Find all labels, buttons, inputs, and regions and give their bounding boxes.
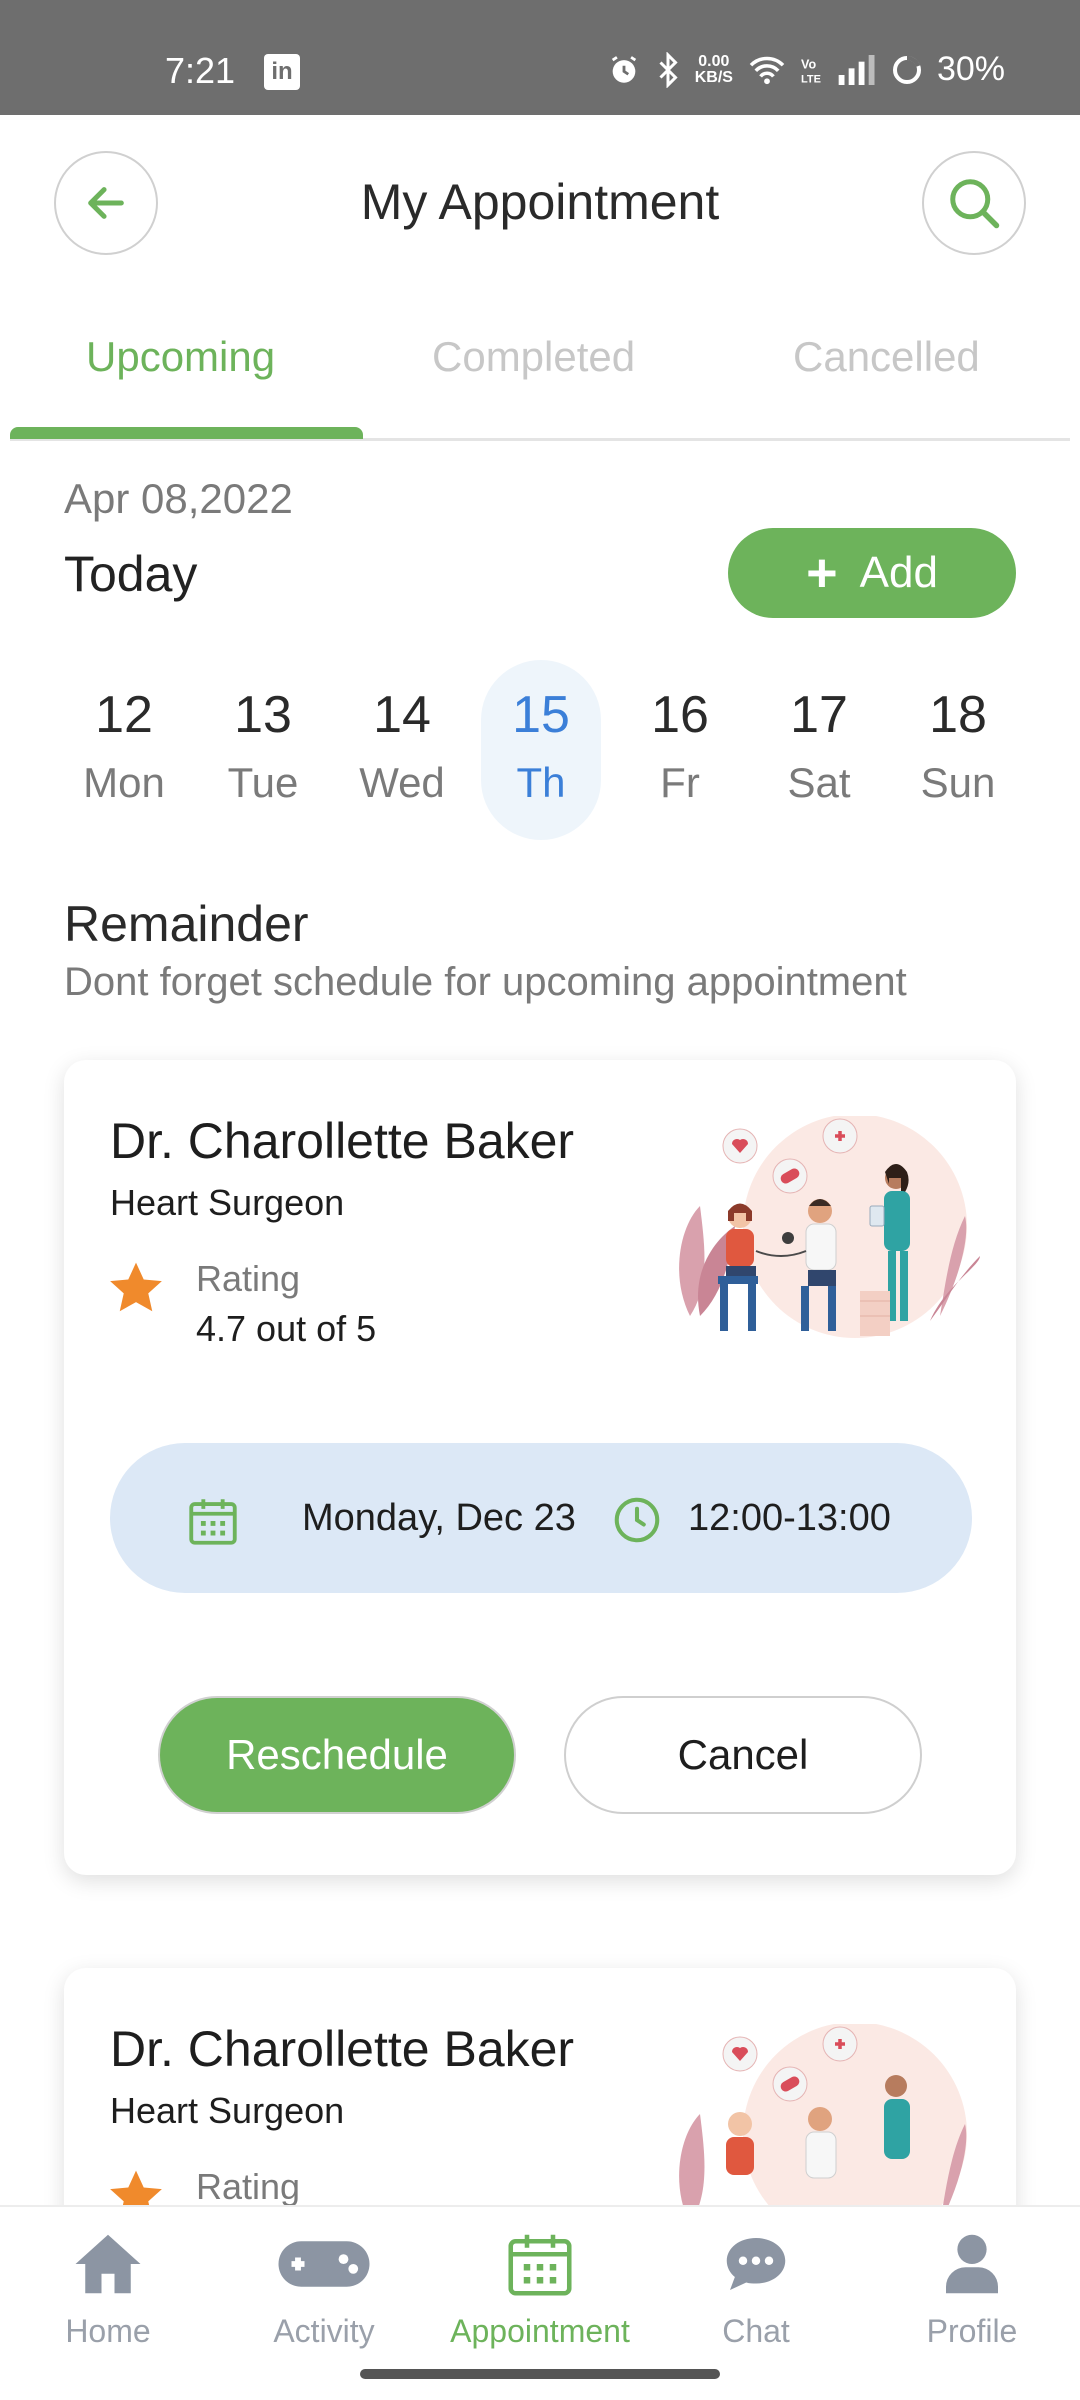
appointment-date: Monday, Dec 23 bbox=[302, 1497, 576, 1539]
home-icon bbox=[75, 2234, 141, 2294]
active-tab-indicator bbox=[10, 427, 363, 439]
nav-label: Activity bbox=[273, 2313, 375, 2349]
gamepad-icon bbox=[278, 2241, 370, 2287]
day-number: 17 bbox=[790, 686, 848, 744]
today-heading: Today bbox=[64, 546, 198, 602]
nav-appointment[interactable]: Appointment bbox=[440, 2225, 640, 2350]
search-icon bbox=[950, 179, 1000, 229]
day-16[interactable]: 16 Fr bbox=[620, 660, 740, 840]
battery-percent: 30% bbox=[936, 50, 1005, 88]
current-date: Apr 08,2022 bbox=[64, 475, 293, 522]
star-icon bbox=[110, 1262, 162, 1312]
tab-cancelled[interactable]: Cancelled bbox=[793, 333, 980, 381]
day-number: 13 bbox=[234, 686, 292, 744]
nav-label: Home bbox=[65, 2313, 151, 2349]
svg-text:LTE: LTE bbox=[801, 73, 821, 85]
nav-label: Chat bbox=[722, 2313, 790, 2349]
day-17[interactable]: 17 Sat bbox=[759, 660, 879, 840]
day-name: Th bbox=[516, 759, 566, 806]
clock-icon bbox=[614, 1497, 660, 1543]
chat-icon bbox=[726, 2238, 786, 2290]
add-label: Add bbox=[859, 548, 938, 597]
appointment-tabs: Upcoming Completed Cancelled bbox=[0, 315, 1080, 443]
day-name: Tue bbox=[227, 759, 299, 806]
search-button[interactable] bbox=[922, 151, 1026, 255]
appointment-card[interactable]: Dr. Charollette Baker Heart Surgeon Rati… bbox=[64, 1060, 1016, 1875]
day-number: 12 bbox=[95, 686, 153, 744]
appointment-time: 12:00-13:00 bbox=[688, 1497, 891, 1539]
calendar-icon bbox=[189, 1499, 237, 1545]
status-bar: 7:21 in 0.00 KB/S Vo LTE 30% bbox=[0, 0, 1080, 115]
nav-activity[interactable]: Activity bbox=[224, 2225, 424, 2350]
day-12[interactable]: 12 Mon bbox=[64, 660, 184, 840]
alarm-icon bbox=[611, 55, 636, 83]
nav-label: Profile bbox=[926, 2313, 1018, 2349]
tab-upcoming[interactable]: Upcoming bbox=[86, 333, 275, 381]
day-name: Fr bbox=[660, 759, 700, 806]
day-number: 14 bbox=[373, 686, 431, 744]
linkedin-icon: in bbox=[264, 54, 300, 90]
day-number: 18 bbox=[929, 686, 987, 744]
nav-home[interactable]: Home bbox=[8, 2225, 208, 2350]
day-15[interactable]: 15 Th bbox=[481, 660, 601, 840]
plus-icon: + bbox=[806, 543, 838, 603]
schedule-pill: Monday, Dec 23 12:00-13:00 bbox=[110, 1443, 972, 1593]
reschedule-button[interactable]: Reschedule bbox=[158, 1696, 516, 1814]
calendar-icon bbox=[508, 2234, 572, 2296]
day-number: 15 bbox=[512, 686, 570, 744]
week-strip: 12 Mon 13 Tue 14 Wed 15 Th 16 Fr 17 Sat … bbox=[56, 660, 1024, 840]
network-speed: 0.00 KB/S bbox=[694, 52, 733, 86]
day-14[interactable]: 14 Wed bbox=[342, 660, 462, 840]
speed-value: 0.00 bbox=[698, 52, 730, 70]
rating-value: 4.7 out of 5 bbox=[196, 1308, 377, 1349]
profile-icon bbox=[946, 2234, 998, 2294]
home-indicator[interactable] bbox=[360, 2369, 720, 2379]
doctor-name: Dr. Charollette Baker bbox=[110, 2021, 575, 2077]
cancel-button[interactable]: Cancel bbox=[564, 1696, 922, 1814]
day-name: Wed bbox=[359, 759, 445, 806]
app-header: My Appointment bbox=[0, 115, 1080, 315]
status-time: 7:21 bbox=[165, 50, 236, 91]
day-number: 16 bbox=[651, 686, 709, 744]
doctor-name: Dr. Charollette Baker bbox=[110, 1113, 575, 1169]
speed-unit: KB/S bbox=[694, 68, 733, 86]
rating-label: Rating bbox=[196, 2166, 301, 2207]
doctor-specialty: Heart Surgeon bbox=[110, 1182, 345, 1223]
nav-profile[interactable]: Profile bbox=[872, 2225, 1072, 2350]
nav-chat[interactable]: Chat bbox=[656, 2225, 856, 2350]
tab-completed[interactable]: Completed bbox=[432, 333, 635, 381]
doctor-illustration bbox=[679, 1116, 980, 1338]
add-appointment-button[interactable]: + Add bbox=[728, 528, 1016, 618]
status-icons: 0.00 KB/S Vo LTE 30% bbox=[607, 50, 1005, 89]
signal-icon bbox=[838, 54, 875, 85]
day-name: Sun bbox=[920, 759, 996, 806]
day-13[interactable]: 13 Tue bbox=[203, 660, 323, 840]
wifi-icon bbox=[749, 56, 785, 84]
battery-icon bbox=[892, 55, 921, 84]
bluetooth-icon bbox=[659, 51, 678, 88]
reminder-title: Remainder bbox=[64, 896, 309, 952]
day-name: Sat bbox=[787, 759, 851, 806]
nav-label: Appointment bbox=[450, 2313, 630, 2349]
volte-icon: Vo LTE bbox=[801, 57, 821, 85]
reminder-subtitle: Dont forget schedule for upcoming appoin… bbox=[64, 960, 907, 1004]
day-name: Mon bbox=[83, 759, 165, 806]
page-title: My Appointment bbox=[360, 174, 720, 230]
doctor-specialty: Heart Surgeon bbox=[110, 2090, 345, 2131]
day-18[interactable]: 18 Sun bbox=[898, 660, 1018, 840]
svg-text:Vo: Vo bbox=[801, 57, 816, 71]
rating-label: Rating bbox=[196, 1258, 301, 1299]
